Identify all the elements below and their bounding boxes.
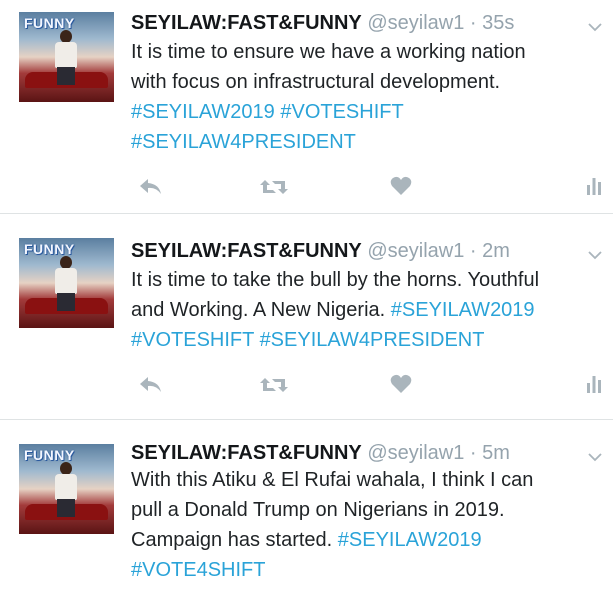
avatar[interactable]: FUNNY: [19, 12, 114, 102]
avatar-logo-text: FUNNY: [24, 447, 75, 463]
reply-icon[interactable]: [137, 176, 163, 198]
hashtag-link[interactable]: #SEYILAW4PRESIDENT: [131, 131, 356, 153]
tweet-text-line: with focus on infrastructural developmen…: [131, 67, 601, 97]
hashtag-link[interactable]: #SEYILAW2019: [131, 101, 275, 123]
tweet-header: SEYILAW:FAST&FUNNY @seyilaw1 · 35s: [131, 12, 514, 35]
tweet-text-line: Campaign has started. #SEYILAW2019: [131, 525, 601, 555]
user-handle[interactable]: @seyilaw1: [367, 442, 464, 464]
person-legs-graphic: [57, 293, 75, 311]
avatar-logo-text: FUNNY: [24, 15, 75, 31]
timestamp[interactable]: 35s: [482, 12, 514, 34]
person-body-graphic: [55, 474, 77, 500]
tweet-feed: FUNNY SEYILAW:FAST&FUNNY @seyilaw1 · 35s…: [0, 0, 613, 598]
analytics-icon[interactable]: [586, 176, 602, 196]
tweet-text: It is time to ensure we have a working n…: [131, 37, 601, 157]
tweet-text: With this Atiku & El Rufai wahala, I thi…: [131, 465, 601, 585]
tweet-text-line: It is time to take the bull by the horns…: [131, 265, 601, 295]
tweet-text-line: It is time to ensure we have a working n…: [131, 37, 601, 67]
separator-dot: ·: [469, 240, 477, 262]
hashtag-link[interactable]: #SEYILAW2019: [391, 299, 535, 321]
heart-icon[interactable]: [390, 176, 412, 196]
tweet-text-segment: pull a Donald Trump on Nigerians in 2019…: [131, 499, 505, 521]
reply-icon[interactable]: [137, 374, 163, 396]
chevron-down-icon[interactable]: [588, 450, 602, 464]
tweet-header: SEYILAW:FAST&FUNNY @seyilaw1 · 5m: [131, 442, 510, 465]
hashtag-link[interactable]: #VOTESHIFT: [280, 101, 403, 123]
hashtag-link[interactable]: #SEYILAW2019: [338, 529, 482, 551]
hashtag-link[interactable]: #VOTESHIFT: [131, 329, 254, 351]
avatar-logo-text: FUNNY: [24, 241, 75, 257]
retweet-icon[interactable]: [259, 374, 289, 396]
display-name[interactable]: SEYILAW:FAST&FUNNY: [131, 442, 362, 464]
tweet-text-line: #SEYILAW2019 #VOTESHIFT: [131, 97, 601, 127]
display-name[interactable]: SEYILAW:FAST&FUNNY: [131, 12, 362, 34]
tweet-text-line: and Working. A New Nigeria. #SEYILAW2019: [131, 295, 601, 325]
tweet-header: SEYILAW:FAST&FUNNY @seyilaw1 · 2m: [131, 240, 510, 263]
person-legs-graphic: [57, 67, 75, 85]
tweet-text-segment: with focus on infrastructural developmen…: [131, 71, 501, 93]
tweet-text-segment: With this Atiku & El Rufai wahala, I thi…: [131, 469, 534, 491]
separator-dot: ·: [469, 12, 477, 34]
timestamp[interactable]: 5m: [482, 442, 510, 464]
tweet[interactable]: FUNNY SEYILAW:FAST&FUNNY @seyilaw1 · 5m …: [0, 420, 613, 598]
tweet-text-segment: It is time to take the bull by the horns…: [131, 269, 540, 291]
user-handle[interactable]: @seyilaw1: [367, 12, 464, 34]
hashtag-link[interactable]: #SEYILAW4PRESIDENT: [260, 329, 485, 351]
tweet-actions: [131, 176, 611, 200]
chevron-down-icon[interactable]: [588, 20, 602, 34]
tweet[interactable]: FUNNY SEYILAW:FAST&FUNNY @seyilaw1 · 2m …: [0, 214, 613, 420]
tweet-text-line: pull a Donald Trump on Nigerians in 2019…: [131, 495, 601, 525]
chevron-down-icon[interactable]: [588, 248, 602, 262]
tweet-text-segment: and Working. A New Nigeria.: [131, 299, 391, 321]
tweet-text-line: #VOTESHIFT #SEYILAW4PRESIDENT: [131, 325, 601, 355]
user-handle[interactable]: @seyilaw1: [367, 240, 464, 262]
tweet-text: It is time to take the bull by the horns…: [131, 265, 601, 355]
tweet-text-segment: Campaign has started.: [131, 529, 338, 551]
hashtag-link[interactable]: #VOTE4SHIFT: [131, 559, 265, 581]
tweet-text-segment: It is time to ensure we have a working n…: [131, 41, 526, 63]
tweet-text-line: #VOTE4SHIFT: [131, 555, 601, 585]
retweet-icon[interactable]: [259, 176, 289, 198]
tweet-text-line: #SEYILAW4PRESIDENT: [131, 127, 601, 157]
heart-icon[interactable]: [390, 374, 412, 394]
separator-dot: ·: [469, 442, 477, 464]
timestamp[interactable]: 2m: [482, 240, 510, 262]
analytics-icon[interactable]: [586, 374, 602, 394]
display-name[interactable]: SEYILAW:FAST&FUNNY: [131, 240, 362, 262]
person-legs-graphic: [57, 499, 75, 517]
person-body-graphic: [55, 268, 77, 294]
avatar[interactable]: FUNNY: [19, 444, 114, 534]
tweet-text-line: With this Atiku & El Rufai wahala, I thi…: [131, 465, 601, 495]
avatar[interactable]: FUNNY: [19, 238, 114, 328]
person-body-graphic: [55, 42, 77, 68]
tweet[interactable]: FUNNY SEYILAW:FAST&FUNNY @seyilaw1 · 35s…: [0, 0, 613, 214]
tweet-actions: [131, 374, 611, 398]
